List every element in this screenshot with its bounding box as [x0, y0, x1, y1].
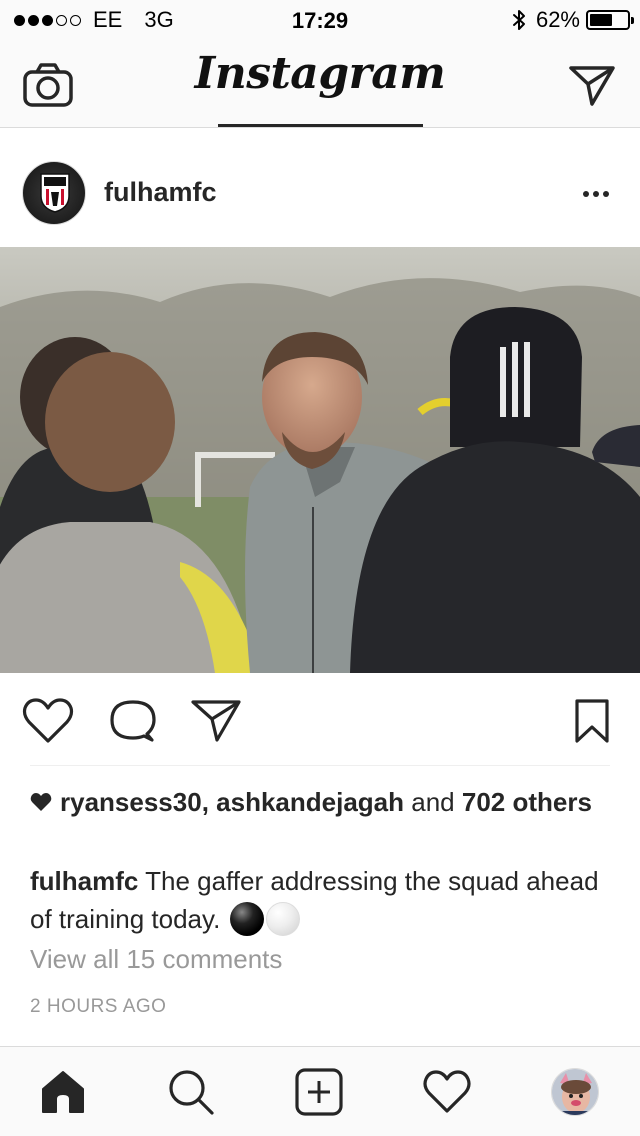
post-photo[interactable] [0, 247, 640, 673]
likes-others-count[interactable]: 702 others [462, 787, 592, 817]
share-icon [191, 700, 241, 742]
status-right: 62% [512, 6, 634, 34]
tab-profile[interactable] [550, 1067, 600, 1117]
liker-username[interactable]: ryansess30 [60, 787, 202, 817]
liker-separator: , [201, 787, 209, 817]
likes-summary: ryansess30, ashkandejagah and 702 others [30, 786, 610, 818]
liker-username[interactable]: ashkandejagah [216, 787, 404, 817]
small-heart-icon [30, 793, 52, 811]
more-dots-icon [583, 191, 589, 197]
tab-add-post[interactable] [294, 1067, 344, 1117]
tab-activity[interactable] [422, 1067, 472, 1117]
share-button[interactable] [190, 697, 242, 745]
add-post-icon [295, 1068, 343, 1116]
heart-icon [22, 698, 74, 743]
like-button[interactable] [22, 697, 74, 745]
caption-username[interactable]: fulhamfc [30, 866, 138, 896]
comment-button[interactable] [106, 697, 158, 745]
divider [30, 765, 610, 766]
direct-message-icon [569, 66, 615, 106]
user-avatar[interactable] [22, 161, 86, 225]
likes-and-text: and [411, 787, 455, 817]
view-all-comments-link[interactable]: View all 15 comments [30, 944, 282, 975]
post-actions [0, 673, 640, 766]
black-circle-emoji [229, 902, 264, 936]
tab-home[interactable] [38, 1067, 88, 1117]
white-circle-emoji [265, 902, 300, 936]
top-navigation-bar: Instagram [0, 40, 640, 128]
search-icon [169, 1070, 214, 1115]
home-icon [42, 1071, 84, 1113]
bluetooth-icon [512, 10, 525, 30]
post-photo-image [0, 247, 640, 673]
post-header: fulhamfc [0, 129, 640, 247]
instagram-logo[interactable]: Instagram [0, 48, 640, 99]
activity-heart-icon [423, 1070, 471, 1113]
post-timestamp: 2 HOURS AGO [30, 996, 167, 1017]
save-button[interactable] [572, 697, 612, 745]
fulham-crest-icon [40, 173, 70, 213]
battery-percent: 62% [535, 7, 580, 32]
bookmark-icon [575, 699, 609, 743]
more-options-button[interactable] [576, 179, 616, 209]
direct-message-button[interactable] [568, 62, 616, 108]
post-username[interactable]: fulhamfc [104, 177, 217, 208]
tab-search[interactable] [166, 1067, 216, 1117]
comment-icon [110, 700, 156, 742]
bottom-tab-bar [0, 1046, 640, 1136]
profile-avatar [551, 1068, 599, 1116]
status-bar: EE 3G 17:29 62% [0, 0, 640, 40]
logo-underline [218, 124, 423, 127]
battery-icon [586, 10, 634, 30]
post-caption: fulhamfc The gaffer addressing the squad… [30, 862, 610, 938]
